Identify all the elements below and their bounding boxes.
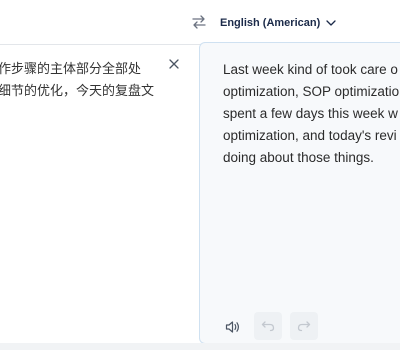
swap-languages-button[interactable] — [189, 12, 209, 32]
translation-line: spent a few days this week w — [223, 106, 398, 121]
source-text-pane[interactable]: 作步骤的主体部分全部处 细节的优化，今天的复盘文 — [0, 45, 198, 350]
translation-pane: Last week kind of took care o optimizati… — [199, 42, 400, 344]
top-bar: English (American) — [0, 0, 400, 45]
bottom-divider — [0, 343, 400, 350]
swap-arrows-icon — [192, 15, 206, 29]
close-icon — [169, 59, 179, 69]
undo-button[interactable] — [254, 312, 282, 340]
redo-icon — [297, 321, 311, 332]
source-line: 细节的优化，今天的复盘文 — [0, 84, 155, 99]
target-language-selector[interactable]: English (American) — [220, 14, 336, 32]
translation-line: optimization, and today's revi — [223, 128, 397, 143]
chevron-down-icon — [326, 20, 336, 26]
undo-icon — [261, 321, 275, 332]
listen-button[interactable] — [224, 318, 242, 336]
speaker-icon — [225, 321, 239, 333]
clear-source-button[interactable] — [167, 57, 181, 71]
translation-line: Last week kind of took care o — [223, 62, 398, 77]
translation-line: optimization, SOP optimizatio — [223, 84, 400, 99]
translation-line: doing about those things. — [223, 150, 374, 165]
target-language-label: English (American) — [220, 17, 321, 29]
redo-button[interactable] — [290, 312, 318, 340]
translation-text[interactable]: Last week kind of took care o optimizati… — [223, 59, 400, 169]
